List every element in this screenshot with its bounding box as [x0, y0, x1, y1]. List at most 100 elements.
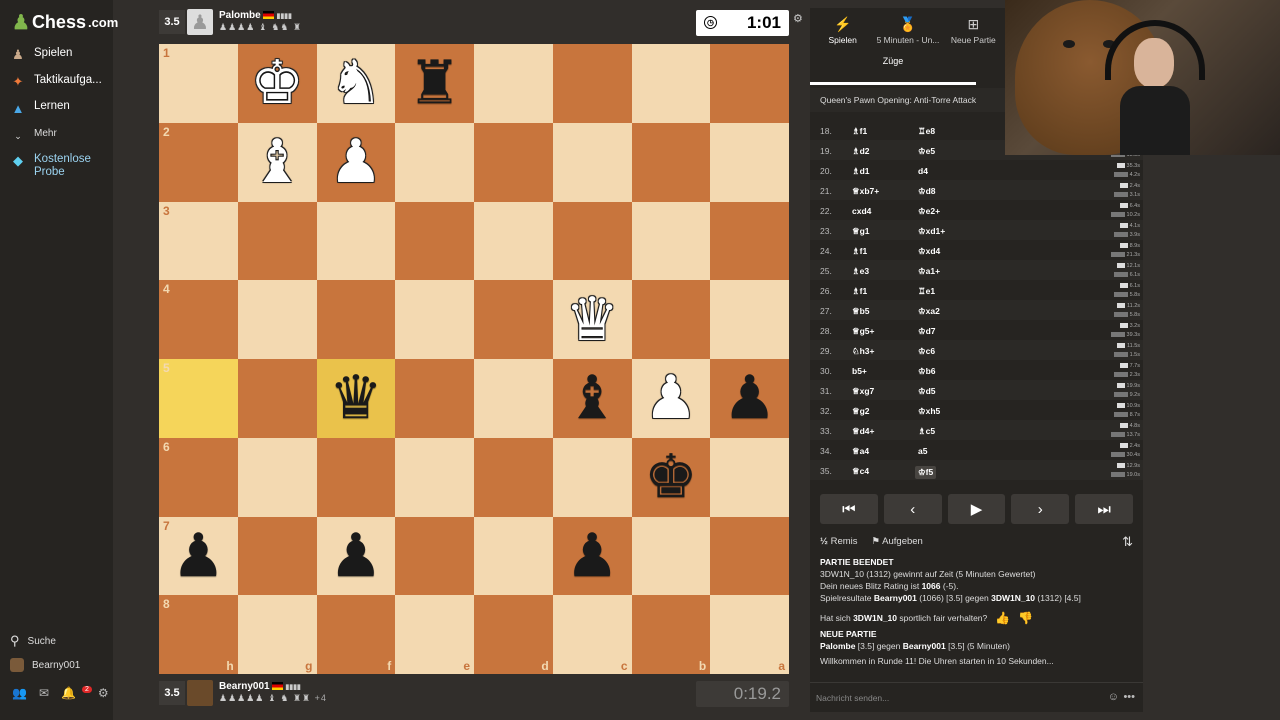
board-square[interactable]: [631, 201, 711, 281]
white-move[interactable]: ♕d4+: [852, 426, 875, 437]
black-pawn-piece[interactable]: ♟: [329, 526, 383, 586]
emoji-icon[interactable]: ☺: [1108, 691, 1119, 703]
previous-move-button[interactable]: ‹: [883, 494, 942, 524]
board-square[interactable]: ♚: [237, 44, 317, 123]
top-player-avatar[interactable]: ♟: [187, 9, 213, 35]
black-pawn-piece[interactable]: ♟: [171, 526, 225, 586]
bottom-player-avatar[interactable]: [187, 680, 213, 706]
board-square[interactable]: [710, 122, 789, 202]
first-move-button[interactable]: ⏮: [820, 494, 878, 524]
draw-button[interactable]: ½ Remis: [820, 536, 858, 547]
board-square[interactable]: 4: [159, 280, 238, 359]
board-square[interactable]: [395, 122, 474, 202]
resign-button[interactable]: ⚑ Aufgeben: [872, 536, 923, 547]
black-move[interactable]: ♗c5: [918, 426, 935, 437]
board-square[interactable]: [395, 359, 474, 438]
board-square[interactable]: [710, 280, 789, 359]
board-square[interactable]: [237, 201, 317, 281]
thumbs-down-icon[interactable]: 👎: [1018, 612, 1033, 624]
board-square[interactable]: [631, 516, 711, 596]
white-move[interactable]: ♗d2: [852, 146, 870, 157]
board-square[interactable]: [237, 359, 317, 438]
black-move[interactable]: ♖e1: [918, 286, 935, 297]
black-move[interactable]: ♔xd4: [918, 246, 940, 257]
board-square[interactable]: [237, 516, 317, 596]
player-link[interactable]: Bearny001: [874, 593, 917, 603]
board-square[interactable]: [710, 201, 789, 281]
board-square[interactable]: 6: [159, 437, 238, 517]
board-square[interactable]: ♚: [631, 437, 711, 517]
board-square[interactable]: [710, 516, 789, 596]
flip-board-icon[interactable]: ⇅: [1122, 534, 1133, 550]
board-square[interactable]: [710, 44, 789, 123]
white-move[interactable]: ♕xg7: [852, 386, 874, 397]
board-settings-icon[interactable]: ⚙: [793, 12, 803, 25]
black-move[interactable]: ♔d7: [918, 326, 936, 337]
white-move[interactable]: ♕b5: [852, 306, 870, 317]
board-square[interactable]: ♟: [316, 122, 396, 202]
sidebar-item-mehr[interactable]: ⌄ Mehr: [10, 128, 57, 144]
board-square[interactable]: [474, 437, 553, 517]
black-move[interactable]: ♔xa2: [918, 306, 940, 317]
board-square[interactable]: [474, 516, 553, 596]
board-square[interactable]: 7 ♟: [159, 516, 238, 596]
white-knight-piece[interactable]: ♞: [329, 53, 383, 113]
white-move[interactable]: ♗d1: [852, 166, 870, 177]
black-move[interactable]: a5: [918, 446, 927, 456]
black-move[interactable]: ♔e5: [918, 146, 935, 157]
black-move[interactable]: ♔xh5: [918, 406, 940, 417]
board-square[interactable]: ♟: [631, 359, 711, 438]
board-square[interactable]: [237, 437, 317, 517]
black-move[interactable]: ♔a1+: [918, 266, 940, 277]
board-square[interactable]: ♝: [552, 359, 632, 438]
white-move[interactable]: cxd4: [852, 206, 871, 216]
sidebar-item-spielen[interactable]: ♟ Spielen: [10, 47, 72, 63]
black-move[interactable]: ♔b6: [918, 366, 936, 377]
white-move[interactable]: ♕g5+: [852, 326, 875, 337]
board-square[interactable]: [316, 437, 396, 517]
chesscom-logo[interactable]: ♟ Chess .com: [12, 10, 118, 35]
board-square[interactable]: [395, 516, 474, 596]
black-move[interactable]: ♔d5: [918, 386, 936, 397]
board-square[interactable]: [552, 201, 632, 281]
friends-icon[interactable]: 👥: [12, 686, 27, 700]
white-move[interactable]: ♕g1: [852, 226, 870, 237]
board-square[interactable]: [316, 280, 396, 359]
tab-moves[interactable]: Züge: [810, 56, 976, 66]
board-square[interactable]: [395, 201, 474, 281]
white-king-piece[interactable]: ♚: [250, 53, 304, 113]
board-square[interactable]: [474, 280, 553, 359]
white-move[interactable]: ♗f1: [852, 286, 867, 297]
white-move[interactable]: ♕c4: [852, 466, 869, 477]
board-square[interactable]: [552, 437, 632, 517]
board-square[interactable]: [395, 280, 474, 359]
board-square[interactable]: [474, 201, 553, 281]
board-square[interactable]: [237, 280, 317, 359]
black-king-piece[interactable]: ♚: [644, 447, 698, 507]
board-square[interactable]: ♟: [552, 516, 632, 596]
white-move[interactable]: ♕a4: [852, 446, 869, 457]
bottom-player-name-row[interactable]: Bearny001 ▮▮▮▮: [219, 681, 301, 692]
user-profile-item[interactable]: Bearny001: [10, 658, 80, 672]
new-game-player2[interactable]: Bearny001: [903, 641, 946, 651]
next-move-button[interactable]: ›: [1011, 494, 1070, 524]
new-game-player1[interactable]: Palombe: [820, 641, 855, 651]
messages-icon[interactable]: ✉: [39, 686, 49, 700]
white-move[interactable]: ♘h3+: [852, 346, 875, 357]
board-square[interactable]: g: [237, 595, 317, 674]
white-queen-piece[interactable]: ♛: [565, 290, 619, 350]
white-move[interactable]: b5+: [852, 366, 867, 376]
white-move[interactable]: ♗e3: [852, 266, 869, 277]
board-square[interactable]: ♞: [316, 44, 396, 123]
search-item[interactable]: ⚲ Suche: [10, 633, 56, 649]
white-move[interactable]: ♕g2: [852, 406, 870, 417]
black-pawn-piece[interactable]: ♟: [565, 526, 619, 586]
board-square[interactable]: [474, 359, 553, 438]
board-square[interactable]: [552, 122, 632, 202]
board-square[interactable]: [631, 280, 711, 359]
board-square[interactable]: b: [631, 595, 711, 674]
white-pawn-piece[interactable]: ♟: [644, 368, 698, 428]
board-square[interactable]: c: [552, 595, 632, 674]
sidebar-item-free-trial[interactable]: ◆ Kostenlose Probe: [10, 153, 94, 179]
black-pawn-piece[interactable]: ♟: [723, 368, 777, 428]
